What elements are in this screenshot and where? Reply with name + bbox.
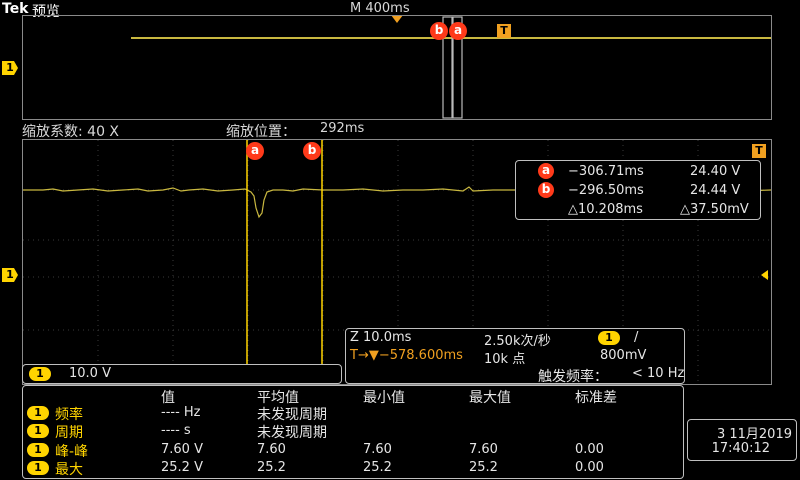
- timebase-label: M 400ms: [350, 1, 410, 16]
- overview-cursor-b-marker[interactable]: b: [430, 22, 448, 40]
- main-cursor-b-marker[interactable]: b: [303, 142, 321, 160]
- trigger-level-arrow-icon: [761, 270, 768, 280]
- measurement-mean: 7.60: [257, 442, 286, 457]
- measurement-max: 7.60: [469, 442, 498, 457]
- cursor-readout-panel: a −306.71ms 24.40 V b −296.50ms 24.44 V …: [515, 160, 761, 220]
- measurement-mean: 25.2: [257, 460, 286, 475]
- cursor-delta-time: △10.208ms: [568, 202, 643, 217]
- cursor-b-time: −296.50ms: [568, 183, 644, 198]
- measurement-name-frequency: 频率: [55, 407, 83, 423]
- date-display: 3 11月2019: [716, 427, 792, 442]
- measurements-panel[interactable]: 值 平均值 最小值 最大值 标准差 1 频率 ---- Hz 未发现周期 1 周…: [22, 385, 684, 479]
- measurement-name-peak-to-peak: 峰-峰: [55, 444, 89, 460]
- measurement-value: 25.2 V: [161, 460, 203, 475]
- measurement-std: 0.00: [575, 460, 604, 475]
- measurement-max: 25.2: [469, 460, 498, 475]
- measurement-min: 7.60: [363, 442, 392, 457]
- trigger-source-badge: 1: [598, 331, 620, 345]
- measurement-name-period: 周期: [55, 425, 83, 441]
- overview-panel[interactable]: [22, 15, 772, 120]
- measurement-value: 7.60 V: [161, 442, 203, 457]
- measurement-row-channel-badge: 1: [27, 443, 49, 457]
- cursor-a-time: −306.71ms: [568, 164, 644, 179]
- measurement-value: ---- Hz: [161, 405, 201, 420]
- main-channel-1-marker[interactable]: 1: [2, 268, 18, 282]
- record-length: 10k 点: [484, 352, 526, 367]
- measurement-value: ---- s: [161, 423, 191, 438]
- measurement-row-channel-badge: 1: [27, 424, 49, 438]
- overview-waveform: [131, 16, 771, 119]
- channel-1-badge: 1: [29, 367, 51, 381]
- channel-1-scale-box[interactable]: 1 10.0 V: [22, 364, 342, 384]
- zoom-position-label: 缩放位置：: [226, 124, 296, 140]
- datetime-panel: 3 11月2019 17:40:12: [687, 419, 797, 461]
- measurement-name-maximum: 最大: [55, 462, 83, 478]
- sample-rate: 2.50k次/秒: [484, 334, 551, 349]
- acquisition-info-panel[interactable]: Z 10.0ms 2.50k次/秒 1 / T→▼−578.600ms 10k …: [345, 328, 685, 385]
- measurement-header-value: 值: [161, 390, 175, 406]
- trigger-position: T→▼−578.600ms: [350, 348, 463, 363]
- trigger-frequency-label: 触发频率：: [538, 369, 608, 385]
- trigger-slope-icon: /: [634, 330, 639, 345]
- measurement-mean: 未发现周期: [257, 425, 327, 441]
- overview-cursor-a-marker[interactable]: a: [449, 22, 467, 40]
- zoom-time-per-div: Z 10.0ms: [350, 330, 412, 345]
- zoom-factor-label: 缩放系数: 40 X: [22, 124, 120, 140]
- measurement-header-max: 最大值: [469, 390, 511, 406]
- cursor-a-voltage: 24.40 V: [690, 164, 741, 179]
- cursor-delta-voltage: △37.50mV: [680, 202, 749, 217]
- overview-channel-1-marker[interactable]: 1: [2, 61, 18, 75]
- readout-cursor-b-icon: b: [538, 182, 554, 198]
- readout-cursor-a-icon: a: [538, 163, 554, 179]
- channel-1-volts-per-div: 10.0 V: [69, 366, 111, 381]
- overview-trigger-marker[interactable]: T: [497, 24, 511, 38]
- trigger-level: 800mV: [600, 348, 647, 363]
- trigger-frequency-value: < 10 Hz: [632, 366, 685, 381]
- measurement-header-std: 标准差: [575, 390, 617, 406]
- measurement-row-channel-badge: 1: [27, 406, 49, 420]
- main-cursor-a-marker[interactable]: a: [246, 142, 264, 160]
- time-display: 17:40:12: [711, 441, 770, 456]
- zoom-position-value: 292ms: [320, 121, 365, 136]
- cursor-b-voltage: 24.44 V: [690, 183, 741, 198]
- measurement-row-channel-badge: 1: [27, 461, 49, 475]
- measurement-mean: 未发现周期: [257, 407, 327, 423]
- measurement-header-min: 最小值: [363, 390, 405, 406]
- main-trigger-marker[interactable]: T: [752, 144, 766, 158]
- measurement-std: 0.00: [575, 442, 604, 457]
- measurement-min: 25.2: [363, 460, 392, 475]
